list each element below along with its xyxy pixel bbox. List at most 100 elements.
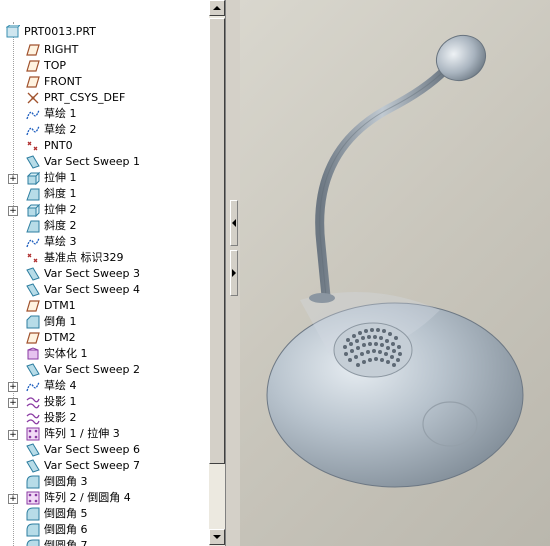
tree-item[interactable]: + 阵列 1 / 拉伸 3	[0, 426, 208, 442]
tree-item[interactable]: 倒角 1	[0, 314, 208, 330]
tree-item-label: 基准点 标识329	[44, 251, 124, 264]
datum-plane-icon	[26, 59, 40, 73]
tree-item[interactable]: DTM1	[0, 298, 208, 314]
tree-item[interactable]: 倒圆角 5	[0, 506, 208, 522]
sweep-icon	[26, 443, 40, 457]
tree-item[interactable]: PNT0	[0, 138, 208, 154]
sketch-icon	[26, 123, 40, 137]
datum-plane-icon	[26, 75, 40, 89]
tree-item[interactable]: Var Sect Sweep 3	[0, 266, 208, 282]
projection-icon	[26, 395, 40, 409]
datum-plane-icon	[26, 331, 40, 345]
panel-splitter[interactable]	[226, 0, 240, 546]
tree-item[interactable]: 实体化 1	[0, 346, 208, 362]
round-icon	[26, 539, 40, 546]
tree-item-label: Var Sect Sweep 1	[44, 155, 141, 168]
tree-item-label: 草绘 1	[44, 107, 77, 120]
pattern-icon	[26, 427, 40, 441]
sketch-icon	[26, 379, 40, 393]
arrow-up-icon	[213, 6, 221, 10]
pattern-icon	[26, 491, 40, 505]
tree-item-label: 倒圆角 3	[44, 475, 88, 488]
tree-item[interactable]: 倒圆角 6	[0, 522, 208, 538]
tree-item[interactable]: Var Sect Sweep 7	[0, 458, 208, 474]
tree-item-label: 投影 2	[44, 411, 77, 424]
tree-item[interactable]: + 拉伸 1	[0, 170, 208, 186]
scroll-thumb[interactable]	[209, 18, 225, 464]
sketch-icon	[26, 107, 40, 121]
tree-item-label: Var Sect Sweep 6	[44, 443, 141, 456]
collapse-left-button[interactable]	[230, 200, 238, 246]
tree-item-label: 投影 1	[44, 395, 77, 408]
expand-toggle[interactable]: +	[8, 398, 18, 408]
chevron-left-icon	[232, 219, 236, 227]
tree-item-label: 斜度 1	[44, 187, 77, 200]
sweep-icon	[26, 459, 40, 473]
tree-item-label: 倒圆角 5	[44, 507, 88, 520]
tree-item-label: 阵列 1 / 拉伸 3	[44, 427, 120, 440]
extrude-icon	[26, 171, 41, 186]
sweep-icon	[26, 363, 40, 377]
round-icon	[26, 507, 40, 521]
tree-item-label: 倒圆角 6	[44, 523, 88, 536]
arrow-down-icon	[213, 535, 221, 539]
tree-item[interactable]: DTM2	[0, 330, 208, 346]
tree-item[interactable]: + 拉伸 2	[0, 202, 208, 218]
tree-item[interactable]: RIGHT	[0, 42, 208, 58]
tree-item[interactable]: 草绘 3	[0, 234, 208, 250]
tree-item[interactable]: + 阵列 2 / 倒圆角 4	[0, 490, 208, 506]
tree-item-label: FRONT	[44, 75, 82, 88]
round-icon	[26, 475, 40, 489]
tree-item[interactable]: 草绘 2	[0, 122, 208, 138]
projection-icon	[26, 411, 40, 425]
tree-item-label: Var Sect Sweep 3	[44, 267, 141, 280]
expand-toggle[interactable]: +	[8, 382, 18, 392]
extrude-icon	[26, 203, 41, 218]
tree-item[interactable]: 草绘 1	[0, 106, 208, 122]
chevron-right-icon	[232, 269, 236, 277]
tree-item[interactable]: + 草绘 4	[0, 378, 208, 394]
tree-item[interactable]: Var Sect Sweep 1	[0, 154, 208, 170]
expand-toggle[interactable]: +	[8, 494, 18, 504]
expand-toggle[interactable]: +	[8, 206, 18, 216]
expand-toggle[interactable]: +	[8, 430, 18, 440]
tree-item[interactable]: 基准点 标识329	[0, 250, 208, 266]
tree-vertical-scrollbar[interactable]	[208, 0, 225, 546]
tree-item[interactable]: + 投影 1	[0, 394, 208, 410]
tree-item-label: PRT_CSYS_DEF	[44, 91, 126, 104]
sweep-icon	[26, 283, 40, 297]
round-icon	[26, 523, 40, 537]
model-graphics-viewport[interactable]	[240, 0, 550, 546]
tree-item[interactable]: Var Sect Sweep 4	[0, 282, 208, 298]
sweep-icon	[26, 155, 40, 169]
tree-item-label: DTM2	[44, 331, 76, 344]
solidify-icon	[26, 347, 40, 361]
scroll-down-button[interactable]	[209, 529, 225, 545]
tree-item[interactable]: 斜度 1	[0, 186, 208, 202]
tree-item[interactable]: PRT_CSYS_DEF	[0, 90, 208, 106]
sweep-icon	[26, 267, 40, 281]
datum-point-icon	[26, 139, 40, 153]
tree-root-label: PRT0013.PRT	[24, 25, 96, 38]
tree-item[interactable]: 倒圆角 7	[0, 538, 208, 546]
tree-item[interactable]: 倒圆角 3	[0, 474, 208, 490]
expand-right-button[interactable]	[230, 250, 238, 296]
tree-item[interactable]: TOP	[0, 58, 208, 74]
tree-item-label: 草绘 2	[44, 123, 77, 136]
tree-item[interactable]: 斜度 2	[0, 218, 208, 234]
tree-item-label: Var Sect Sweep 4	[44, 283, 141, 296]
tree-item[interactable]: Var Sect Sweep 6	[0, 442, 208, 458]
tree-item-label: 倒角 1	[44, 315, 77, 328]
tree-item-label: DTM1	[44, 299, 76, 312]
datum-point-icon	[26, 251, 40, 265]
tree-item[interactable]: FRONT	[0, 74, 208, 90]
tree-item[interactable]: Var Sect Sweep 2	[0, 362, 208, 378]
tree-item-label: 拉伸 2	[44, 203, 77, 216]
tree-item-label: 草绘 4	[44, 379, 77, 392]
expand-toggle[interactable]: +	[8, 174, 18, 184]
draft-icon	[26, 219, 40, 233]
tree-item-label: PNT0	[44, 139, 73, 152]
csys-icon	[26, 91, 40, 105]
scroll-up-button[interactable]	[209, 0, 225, 16]
tree-item[interactable]: 投影 2	[0, 410, 208, 426]
